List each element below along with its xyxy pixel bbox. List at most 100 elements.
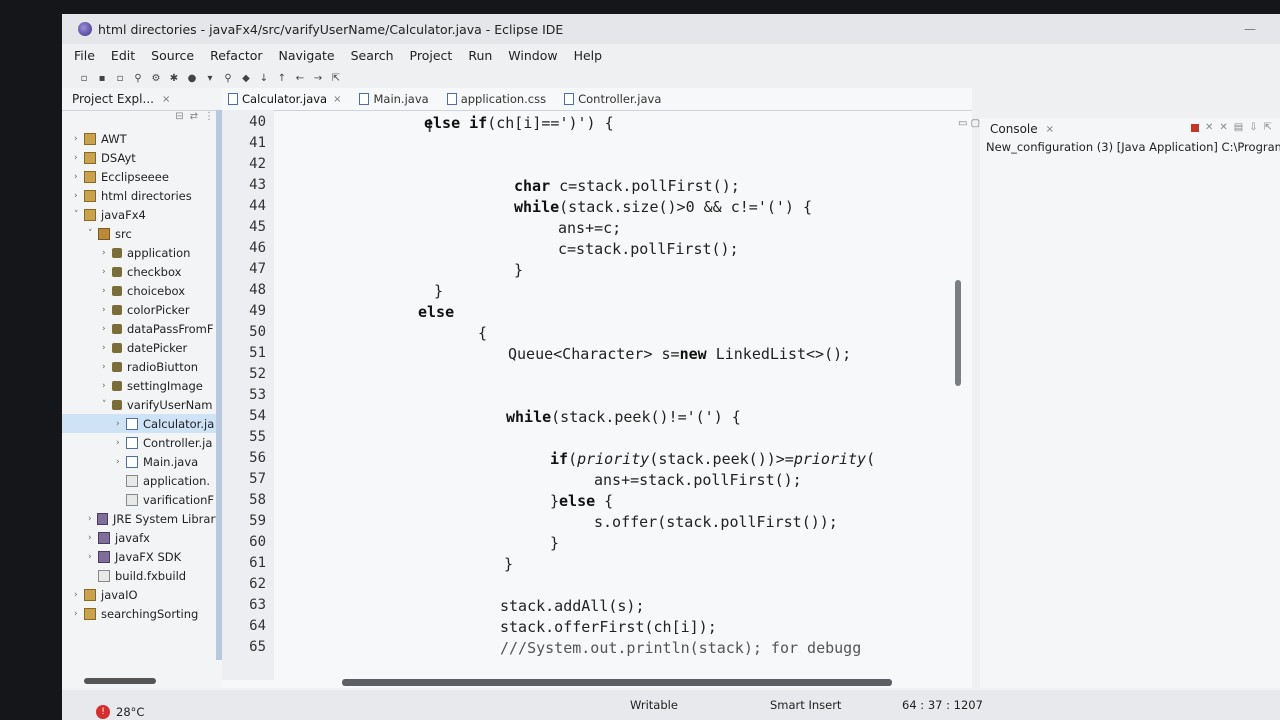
menu-edit[interactable]: Edit [111,48,135,63]
code-line[interactable]: else [418,303,454,321]
chevron-right-icon[interactable]: › [74,134,84,144]
tree-item[interactable]: › Main.java [62,452,222,471]
menu-run[interactable]: Run [468,48,492,63]
chevron-down-icon[interactable]: ˅ [74,210,84,220]
menu-window[interactable]: Window [508,48,557,63]
maximize-minimize-icon[interactable]: ▭ ▢ [958,118,980,129]
code-line[interactable]: { [478,324,487,342]
chevron-right-icon[interactable]: › [74,172,84,182]
chevron-right-icon[interactable]: › [116,457,126,467]
close-icon[interactable]: × [333,94,341,105]
tree-item[interactable]: › JavaFX SDK [62,547,222,566]
debug-icon[interactable]: ✱ [168,72,180,84]
tree-item[interactable]: › checkbox [62,262,222,281]
chevron-right-icon[interactable]: › [102,248,112,258]
alert-badge-icon[interactable]: ! [96,705,110,719]
tab-calculator-java[interactable]: Calculator.java × [228,92,341,106]
project-explorer-tab[interactable]: Project Expl... × [62,88,222,111]
chevron-right-icon[interactable]: › [88,533,98,543]
explorer-horizontal-scrollbar[interactable] [84,678,156,684]
tab-application-css[interactable]: application.css [446,92,546,106]
chevron-right-icon[interactable]: › [102,381,112,391]
tree-item[interactable]: › radioBiutton [62,357,222,376]
code-line[interactable]: } [550,534,559,552]
tree-item[interactable]: › application [62,243,222,262]
chevron-down-icon[interactable]: ˅ [102,400,112,410]
tree-item[interactable]: › colorPicker [62,300,222,319]
code-line[interactable]: char c=stack.pollFirst(); [514,177,740,195]
code-line[interactable]: if(priority(stack.peek())>=priority( [550,450,875,468]
build-icon[interactable]: ⚙ [150,72,162,84]
menu-navigate[interactable]: Navigate [279,48,335,63]
chevron-right-icon[interactable]: › [102,267,112,277]
chevron-right-icon[interactable]: › [116,419,126,429]
menu-refactor[interactable]: Refactor [210,48,262,63]
tree-item[interactable]: › html directories [62,186,222,205]
tree-item[interactable]: ˅ src [62,224,222,243]
pin-editor-icon[interactable]: ⇱ [330,72,342,84]
menu-help[interactable]: Help [574,48,603,63]
code-line[interactable]: ///System.out.println(stack); for debugg [500,639,861,657]
chevron-right-icon[interactable]: › [74,609,84,619]
close-icon[interactable]: × [162,94,170,105]
code-area[interactable]: I else if(ch[i]==')') {char c=stack.poll… [282,110,962,680]
back-icon[interactable]: ← [294,72,306,84]
pin-icon[interactable]: ⚲ [132,72,144,84]
chevron-right-icon[interactable]: › [74,590,84,600]
menu-source[interactable]: Source [151,48,194,63]
chevron-down-icon[interactable]: ˅ [88,229,98,239]
code-line[interactable]: } [434,282,443,300]
tree-item[interactable]: › settingImage [62,376,222,395]
tree-item[interactable]: › javafx [62,528,222,547]
next-annotation-icon[interactable]: ↓ [258,72,270,84]
view-menu-icon[interactable]: ⋮ [204,111,214,129]
collapse-all-icon[interactable]: ⊟ [175,111,183,129]
chevron-right-icon[interactable]: › [102,362,112,372]
chevron-right-icon[interactable]: › [88,552,98,562]
code-line[interactable]: while(stack.size()>0 && c!='(') { [514,198,812,216]
tree-item[interactable]: › Ecclipseeee [62,167,222,186]
menu-project[interactable]: Project [410,48,453,63]
tab-main-java[interactable]: Main.java [359,92,429,106]
scroll-lock-icon[interactable]: ⇩ [1249,122,1257,133]
external-tools-icon[interactable]: ▾ [204,72,216,84]
code-line[interactable]: ans+=stack.pollFirst(); [594,471,802,489]
forward-icon[interactable]: → [312,72,324,84]
weather-text[interactable]: 28°C [116,705,144,719]
tree-item[interactable]: › datePicker [62,338,222,357]
code-line[interactable]: Queue<Character> s=new LinkedList<>(); [508,345,851,363]
terminate-icon[interactable] [1190,124,1199,132]
code-line[interactable]: c=stack.pollFirst(); [558,240,739,258]
chevron-right-icon[interactable]: › [116,438,126,448]
print-icon[interactable]: ▫ [114,72,126,84]
code-line[interactable]: }else { [550,492,613,510]
code-line[interactable]: s.offer(stack.pollFirst()); [594,513,838,531]
close-icon[interactable]: × [1046,124,1054,135]
tree-item[interactable]: › choicebox [62,281,222,300]
remove-all-icon[interactable]: ✕ [1219,122,1227,133]
tree-item[interactable]: › DSAyt [62,148,222,167]
save-icon[interactable]: ▪ [96,72,108,84]
chevron-right-icon[interactable]: › [102,305,112,315]
run-icon[interactable]: ● [186,72,198,84]
editor-horizontal-scrollbar[interactable] [342,679,892,686]
minimize-icon[interactable]: — [1244,22,1256,36]
search-icon[interactable]: ⚲ [222,72,234,84]
menu-file[interactable]: File [74,48,95,63]
code-line[interactable]: while(stack.peek()!='(') { [506,408,741,426]
new-icon[interactable]: ▫ [78,72,90,84]
chevron-right-icon[interactable]: › [102,324,112,334]
tree-item[interactable]: › searchingSorting [62,604,222,623]
code-line[interactable]: } [514,261,523,279]
tree-item[interactable]: › Calculator.ja [62,414,222,433]
tree-item[interactable]: application. [62,471,222,490]
code-line[interactable]: else if(ch[i]==')') { [424,114,614,132]
open-type-icon[interactable]: ◆ [240,72,252,84]
pin-console-icon[interactable]: ⇱ [1264,122,1272,133]
tree-item[interactable]: › dataPassFromF [62,319,222,338]
editor-vertical-scrollbar[interactable] [955,280,961,386]
tree-item[interactable]: varificationF [62,490,222,509]
chevron-right-icon[interactable]: › [102,343,112,353]
tree-item[interactable]: ˅ varifyUserNam [62,395,222,414]
chevron-right-icon[interactable]: › [74,153,84,163]
